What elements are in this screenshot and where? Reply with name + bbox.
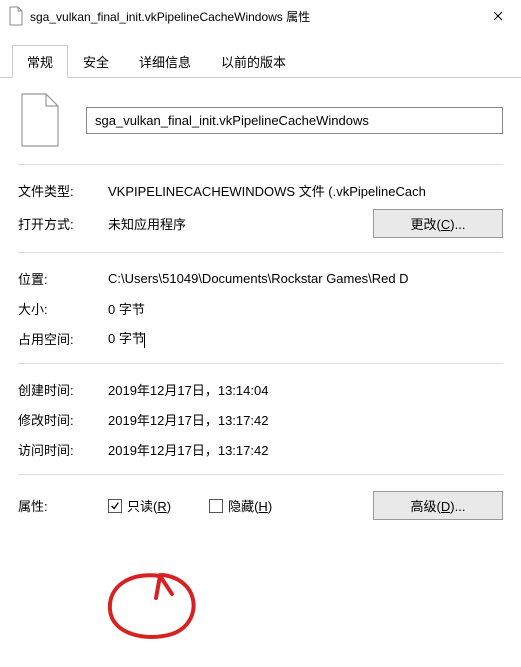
close-button[interactable] [475,0,521,32]
location-label: 位置: [18,269,108,288]
window-title: sga_vulkan_final_init.vkPipelineCacheWin… [30,8,475,25]
divider [18,252,503,253]
checkbox-icon [209,499,223,513]
divider [18,363,503,364]
tab-details[interactable]: 详细信息 [124,45,206,78]
divider [18,164,503,165]
accessed-value: 2019年12月17日，13:17:42 [108,440,503,459]
properties-panel: sga_vulkan_final_init.vkPipelineCacheWin… [0,78,521,540]
size-on-disk-value: 0 字节 [108,328,503,347]
file-icon [8,6,24,26]
readonly-label: 只读(R) [127,496,171,515]
created-label: 创建时间: [18,380,108,399]
attributes-label: 属性: [18,496,108,515]
location-value: C:\Users\51049\Documents\Rockstar Games\… [108,271,503,286]
filetype-label: 文件类型: [18,181,108,200]
readonly-checkbox[interactable]: 只读(R) [108,496,171,515]
title-bar: sga_vulkan_final_init.vkPipelineCacheWin… [0,0,521,32]
created-value: 2019年12月17日，13:14:04 [108,380,503,399]
filetype-value: VKPIPELINECACHEWINDOWS 文件 (.vkPipelineCa… [108,181,503,200]
file-large-icon [18,92,62,148]
size-on-disk-label: 占用空间: [18,329,108,348]
filename-input[interactable]: sga_vulkan_final_init.vkPipelineCacheWin… [86,107,503,134]
accessed-label: 访问时间: [18,440,108,459]
change-button[interactable]: 更改(C)... [373,209,503,238]
checkbox-icon [108,499,122,513]
divider [18,474,503,475]
annotation-circle [100,568,210,648]
tab-previous-versions[interactable]: 以前的版本 [206,45,301,78]
hidden-label: 隐藏(H) [228,496,272,515]
modified-label: 修改时间: [18,410,108,429]
hidden-checkbox[interactable]: 隐藏(H) [209,496,272,515]
opens-with-value: 未知应用程序 [108,214,361,233]
tab-general[interactable]: 常规 [12,45,68,78]
tab-strip: 常规 安全 详细信息 以前的版本 [0,44,521,78]
tab-security[interactable]: 安全 [68,45,124,78]
opens-with-label: 打开方式: [18,214,108,233]
size-label: 大小: [18,299,108,318]
modified-value: 2019年12月17日，13:17:42 [108,410,503,429]
advanced-button[interactable]: 高级(D)... [373,491,503,520]
size-value: 0 字节 [108,299,503,318]
